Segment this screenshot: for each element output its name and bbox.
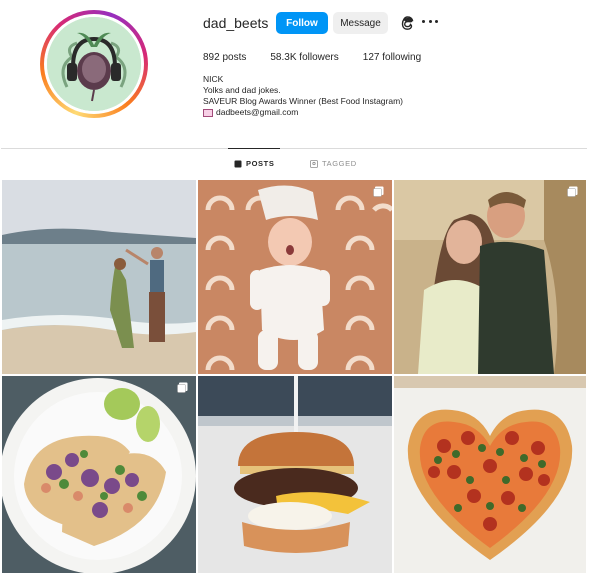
post-newborn-baby[interactable] — [198, 180, 392, 374]
carousel-icon — [373, 186, 384, 197]
post-beach-couple[interactable] — [2, 180, 196, 374]
profile-bio: NICK Yolks and dad jokes. SAVEUR Blog Aw… — [203, 74, 403, 118]
profile-avatar-ring[interactable] — [40, 10, 148, 118]
active-tab-indicator — [228, 148, 280, 149]
tabs-divider — [1, 148, 587, 149]
following-count[interactable]: 127 following — [363, 52, 421, 63]
follow-button[interactable]: Follow — [276, 12, 328, 34]
bio-email: dadbeets@gmail.com — [216, 107, 299, 117]
followers-count[interactable]: 58.3K followers — [270, 52, 338, 63]
envelope-icon — [203, 108, 213, 117]
post-tacos[interactable] — [2, 376, 196, 573]
threads-icon[interactable] — [398, 13, 418, 33]
carousel-icon — [567, 186, 578, 197]
post-heart-pizza[interactable] — [394, 376, 586, 573]
bio-email-row: dadbeets@gmail.com — [203, 107, 403, 118]
posts-count: 892 posts — [203, 52, 247, 63]
bio-name: NICK — [203, 74, 224, 84]
bio-line: SAVEUR Blog Awards Winner (Best Food Ins… — [203, 96, 403, 106]
message-button[interactable]: Message — [333, 12, 388, 34]
bio-line: Yolks and dad jokes. — [203, 85, 281, 95]
grid-icon — [234, 160, 242, 167]
post-burger[interactable] — [198, 376, 392, 573]
carousel-icon — [177, 382, 188, 393]
more-options-icon[interactable] — [422, 20, 438, 26]
avatar — [47, 17, 141, 111]
username: dad_beets — [203, 15, 269, 31]
post-couple-portrait[interactable] — [394, 180, 586, 374]
tab-tagged[interactable]: TAGGED — [310, 159, 357, 168]
tab-posts[interactable]: POSTS — [234, 159, 274, 168]
profile-stats: 892 posts 58.3K followers 127 following — [203, 52, 445, 63]
tagged-icon — [310, 159, 318, 168]
